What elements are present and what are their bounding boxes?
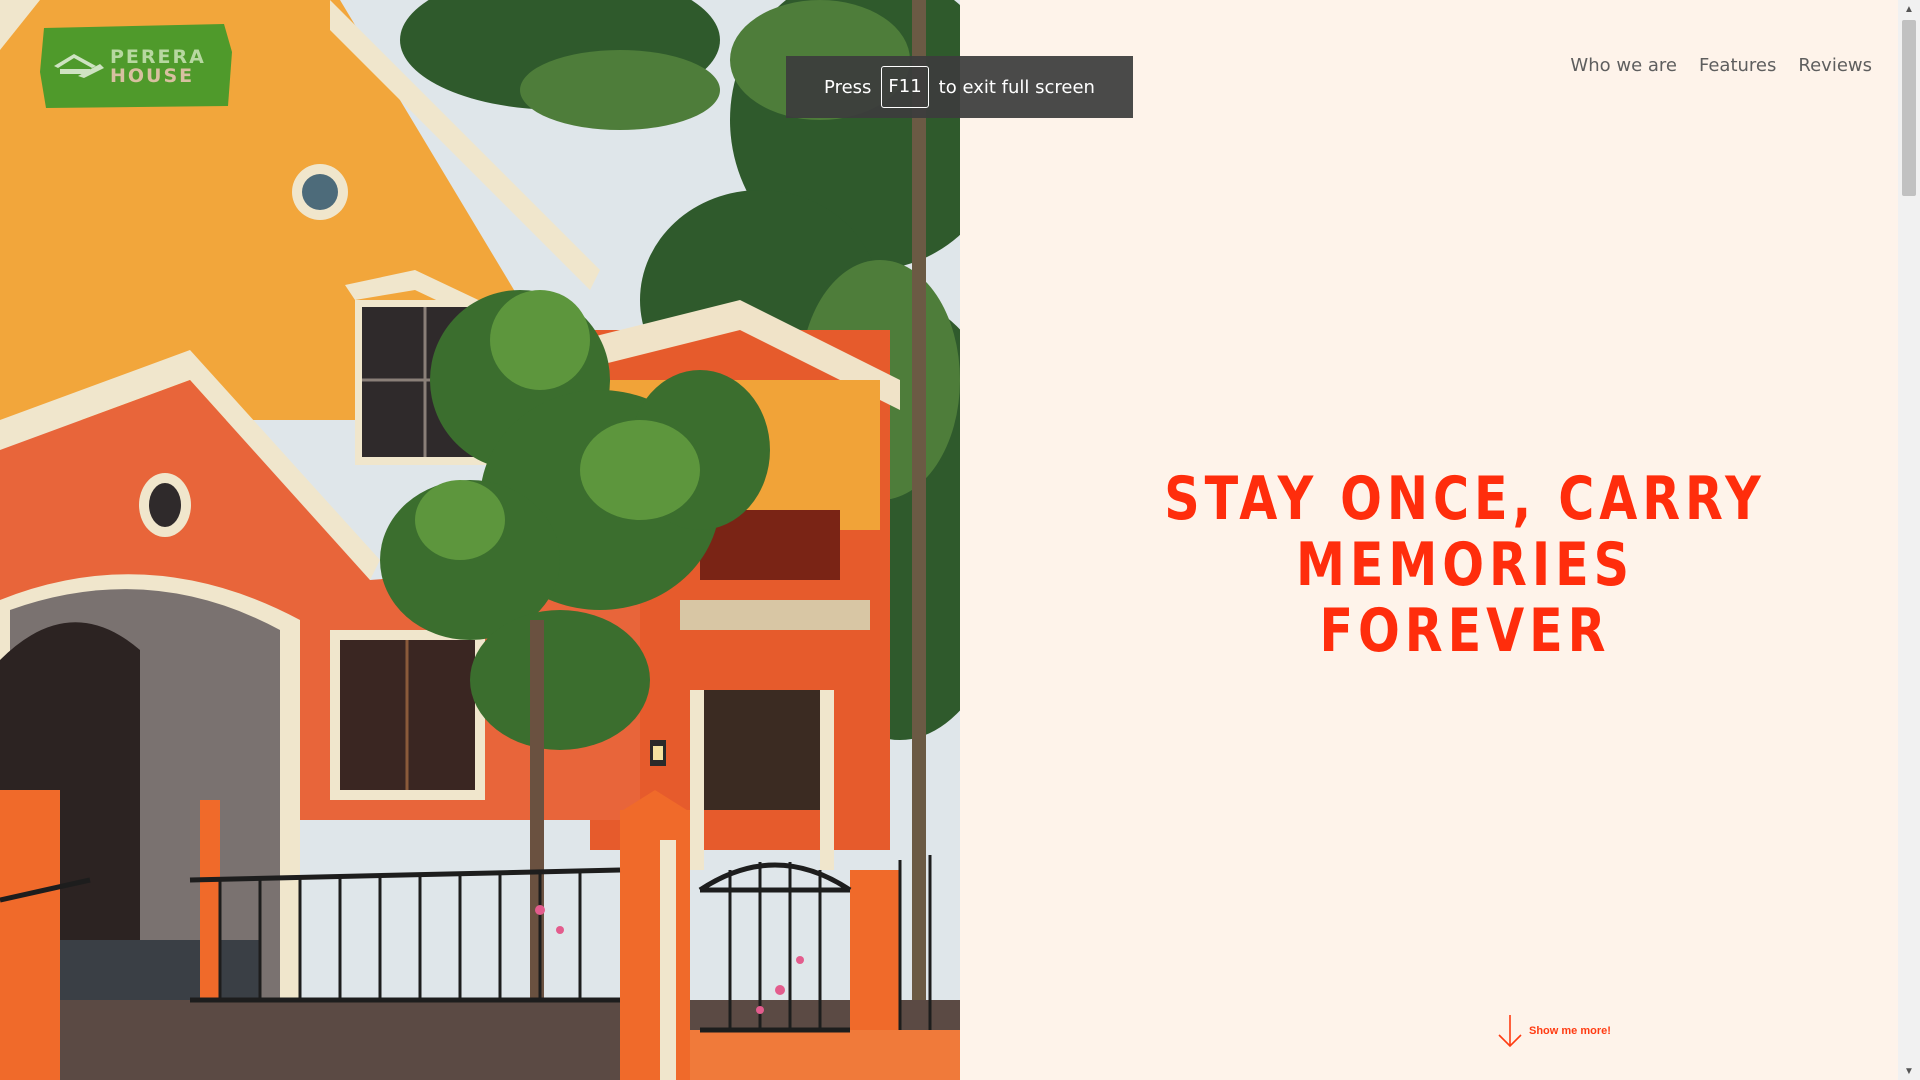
scroll-down-arrow-icon[interactable]: ▼ (1898, 1062, 1920, 1080)
hero-headline: STAY ONCE, CARRY MEMORIES FOREVER (1141, 466, 1789, 664)
page-scrollbar[interactable]: ▲ ▼ (1898, 0, 1920, 1080)
arrow-down-icon (1498, 1015, 1522, 1048)
show-more-link[interactable]: Show me more! (1497, 1013, 1611, 1049)
show-more-label: Show me more! (1529, 1025, 1611, 1037)
scrollbar-thumb[interactable] (1902, 20, 1916, 196)
nav-reviews[interactable]: Reviews (1798, 55, 1872, 76)
brand-name: PERERA HOUSE (110, 48, 206, 86)
hero-headline-line1: STAY ONCE, CARRY MEMORIES (1164, 464, 1766, 600)
main-nav: Who we are Features Reviews (1570, 55, 1872, 76)
brand-name-line2: HOUSE (110, 65, 195, 87)
toast-exit-text: to exit full screen (938, 76, 1095, 98)
hero-headline-line2: FOREVER (1319, 596, 1611, 666)
toast-press-text: Press (824, 76, 872, 98)
nav-who-we-are[interactable]: Who we are (1570, 55, 1677, 76)
brand-logo[interactable]: PERERA HOUSE (38, 22, 234, 110)
toast-f11-key: F11 (881, 66, 929, 108)
scroll-up-arrow-icon[interactable]: ▲ (1898, 0, 1920, 18)
fullscreen-toast: Press F11 to exit full screen (786, 56, 1133, 118)
nav-features[interactable]: Features (1699, 55, 1776, 76)
hero-house-photo (0, 0, 960, 1080)
